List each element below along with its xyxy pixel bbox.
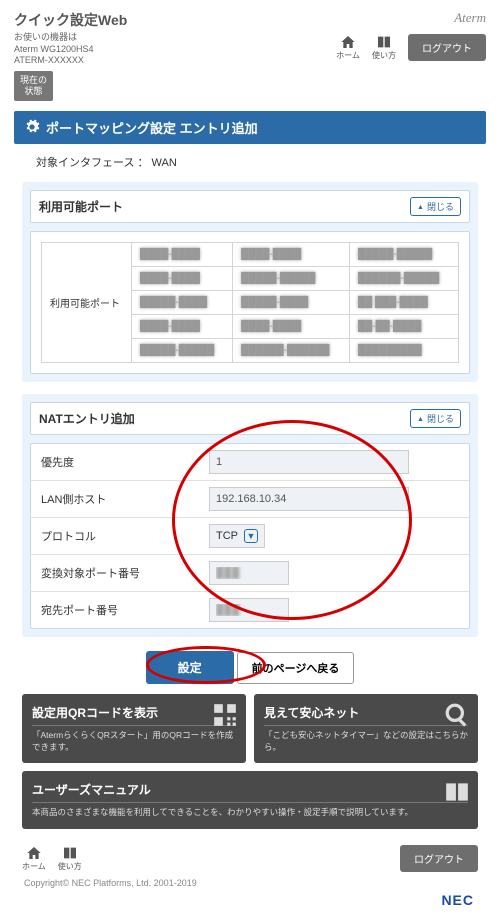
card-qr[interactable]: 設定用QRコードを表示 「AtermらくらくQRスタート」用のQRコードを作成で… <box>22 694 246 764</box>
qr-icon <box>212 702 238 728</box>
logout-button[interactable]: ログアウト <box>408 34 486 61</box>
priority-input[interactable] <box>209 450 409 474</box>
nav-guide[interactable]: 使い方 <box>372 34 396 61</box>
panel-nat-toggle[interactable]: 閉じる <box>410 409 461 428</box>
home-icon <box>339 34 357 50</box>
card-safety[interactable]: 見えて安心ネット 「こども安心ネットタイマー」などの設定はこちらから。 <box>254 694 478 764</box>
book-icon <box>375 34 393 50</box>
lanhost-input[interactable] <box>209 487 409 511</box>
protocol-select[interactable]: TCP ▼ <box>209 524 265 548</box>
status-badge[interactable]: 現在の 状態 <box>14 71 53 101</box>
page-title: ポートマッピング設定 エントリ追加 <box>46 118 258 137</box>
chevron-up-icon <box>417 201 424 211</box>
brand-logo: Aterm <box>336 10 486 26</box>
priority-label: 優先度 <box>31 444 201 480</box>
app-title: クイック設定Web <box>14 10 127 30</box>
panel-available-toggle[interactable]: 閉じる <box>410 197 461 216</box>
dstport-label: 宛先ポート番号 <box>31 592 201 628</box>
footer-logout-button[interactable]: ログアウト <box>400 845 478 872</box>
back-button[interactable]: 前のページへ戻る <box>237 652 355 684</box>
copyright: Copyright© NEC Platforms, Ltd. 2001-2019 <box>24 878 476 888</box>
dstport-input[interactable] <box>209 598 289 622</box>
srcport-input[interactable] <box>209 561 289 585</box>
iface-label: 対象インタフェース ： WAN <box>14 144 486 174</box>
book-icon <box>61 845 79 861</box>
panel-nat-entry: NATエントリ追加 閉じる 優先度 LAN側ホスト プロトコル TCP ▼ <box>22 394 478 637</box>
panel-nat-title: NATエントリ追加 <box>39 410 135 427</box>
gear-icon <box>24 119 40 135</box>
available-ports-rowlabel: 利用可能ポート <box>42 242 132 362</box>
card-manual[interactable]: ユーザーズマニュアル 本商品のさまざまな機能を利用してできることを、わかりやすい… <box>22 771 478 829</box>
footer-nav-home[interactable]: ホーム <box>22 845 46 872</box>
home-icon <box>25 845 43 861</box>
srcport-label: 変換対象ポート番号 <box>31 555 201 591</box>
available-ports-table: 利用可能ポート ████-████████-█████████-█████ ██… <box>41 242 459 363</box>
book-icon <box>444 779 470 805</box>
nav-home[interactable]: ホーム <box>336 34 360 61</box>
panel-available-title: 利用可能ポート <box>39 198 123 215</box>
chevron-down-icon: ▼ <box>244 529 258 543</box>
footer-nav-guide[interactable]: 使い方 <box>58 845 82 872</box>
magnifier-icon <box>444 702 470 728</box>
protocol-label: プロトコル <box>31 518 201 554</box>
panel-available-ports: 利用可能ポート 閉じる 利用可能ポート ████-████████-██████… <box>22 182 478 382</box>
chevron-up-icon <box>417 413 424 423</box>
nec-logo: NEC <box>26 892 474 908</box>
lanhost-label: LAN側ホスト <box>31 481 201 517</box>
device-info: お使いの機器は Aterm WG1200HS4 ATERM-XXXXXX <box>14 32 127 67</box>
submit-button[interactable]: 設定 <box>146 651 234 684</box>
page-title-bar: ポートマッピング設定 エントリ追加 <box>14 111 486 144</box>
